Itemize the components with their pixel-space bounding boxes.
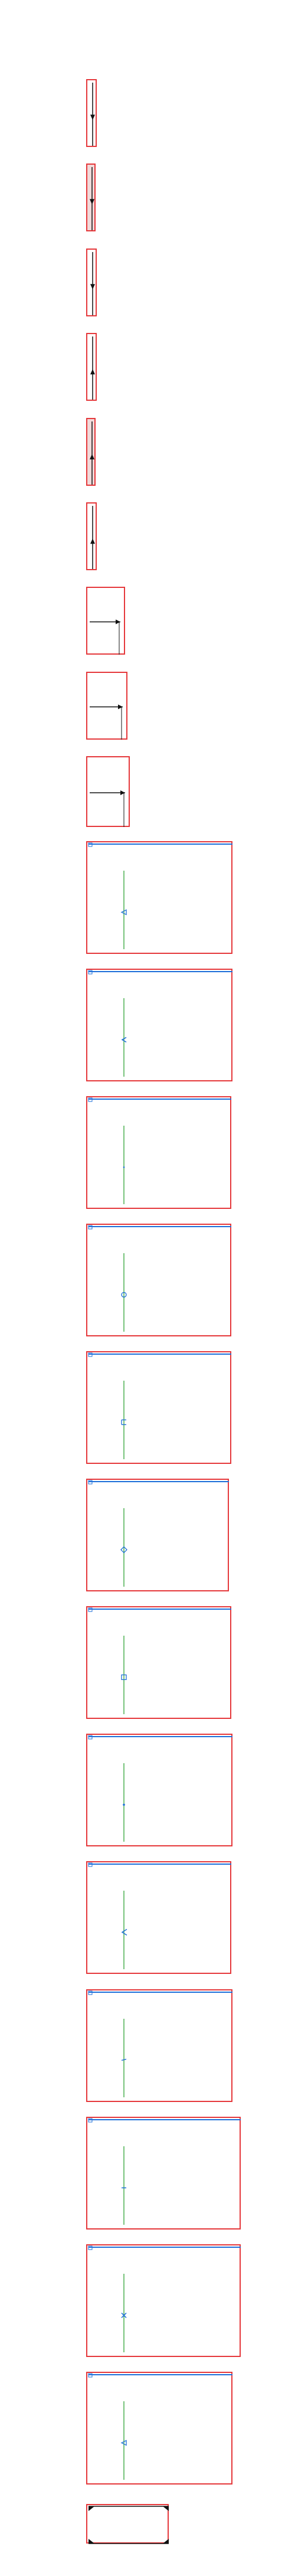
cell-23	[86, 2504, 169, 2544]
cell-22-graphic	[88, 2373, 232, 2480]
corner-triangles-icon	[89, 2506, 169, 2544]
small-dot-icon	[123, 1803, 125, 1806]
arrow-down-icon	[90, 199, 94, 205]
cell-6-graphic	[90, 506, 95, 569]
cell-2	[86, 164, 96, 231]
cell-2-graphic	[90, 167, 94, 230]
cell-17	[86, 1734, 232, 1846]
cell-11-graphic	[88, 970, 232, 1077]
cell-5-graphic	[90, 421, 94, 485]
cell-3	[86, 249, 97, 316]
cell-23-graphic	[89, 2506, 169, 2544]
cell-16-graphic	[88, 1607, 231, 1714]
cell-21-graphic	[88, 2245, 241, 2352]
cell-4	[86, 333, 97, 401]
cell-9	[86, 756, 130, 827]
arrow-down-icon	[90, 115, 95, 120]
cell-12-graphic	[88, 1097, 231, 1204]
cell-11	[86, 969, 232, 1081]
cell-20	[86, 2117, 241, 2230]
cell-19-graphic	[88, 1990, 232, 2097]
cell-19	[86, 1989, 232, 2102]
cell-16	[86, 1606, 231, 1719]
cell-1-graphic	[90, 83, 95, 146]
cell-14	[86, 1351, 231, 1464]
cell-10	[86, 841, 232, 954]
arrow-up-icon	[90, 454, 94, 460]
cell-21	[86, 2244, 241, 2357]
cell-5	[86, 418, 96, 486]
arrow-up-icon	[90, 369, 95, 375]
cell-3-graphic	[90, 252, 95, 315]
cell-18	[86, 1861, 231, 1974]
cell-22	[86, 2372, 232, 2485]
cell-7	[86, 587, 125, 655]
cell-10-graphic	[88, 842, 232, 949]
cell-13	[86, 1224, 231, 1336]
cell-18-graphic	[88, 1862, 231, 1969]
arrow-right-icon	[118, 704, 123, 710]
cell-17-graphic	[88, 1735, 232, 1842]
marker-preview-sheet: { "sheet": { "colors": { "frame": "#e538…	[0, 0, 308, 2576]
cell-15	[86, 1479, 229, 1591]
tick-left-icon	[121, 2058, 127, 2061]
arrow-right-icon	[116, 619, 120, 625]
cell-14-graphic	[88, 1352, 231, 1459]
cell-13-graphic	[88, 1225, 231, 1332]
chevron-left-icon	[121, 1928, 127, 1936]
arrow-right-icon	[120, 790, 125, 795]
cell-8-graphic	[90, 704, 123, 740]
cell-1	[86, 79, 97, 147]
cell-8	[86, 672, 127, 740]
arrow-up-icon	[90, 538, 95, 544]
cell-6	[86, 502, 97, 570]
cell-12	[86, 1096, 231, 1209]
cell-4-graphic	[90, 336, 95, 400]
cell-20-graphic	[88, 2118, 241, 2225]
dot-icon	[123, 1166, 125, 1168]
cell-9-graphic	[90, 790, 125, 827]
cell-15-graphic	[88, 1480, 229, 1587]
cell-7-graphic	[90, 619, 120, 655]
arrow-down-icon	[90, 284, 95, 290]
